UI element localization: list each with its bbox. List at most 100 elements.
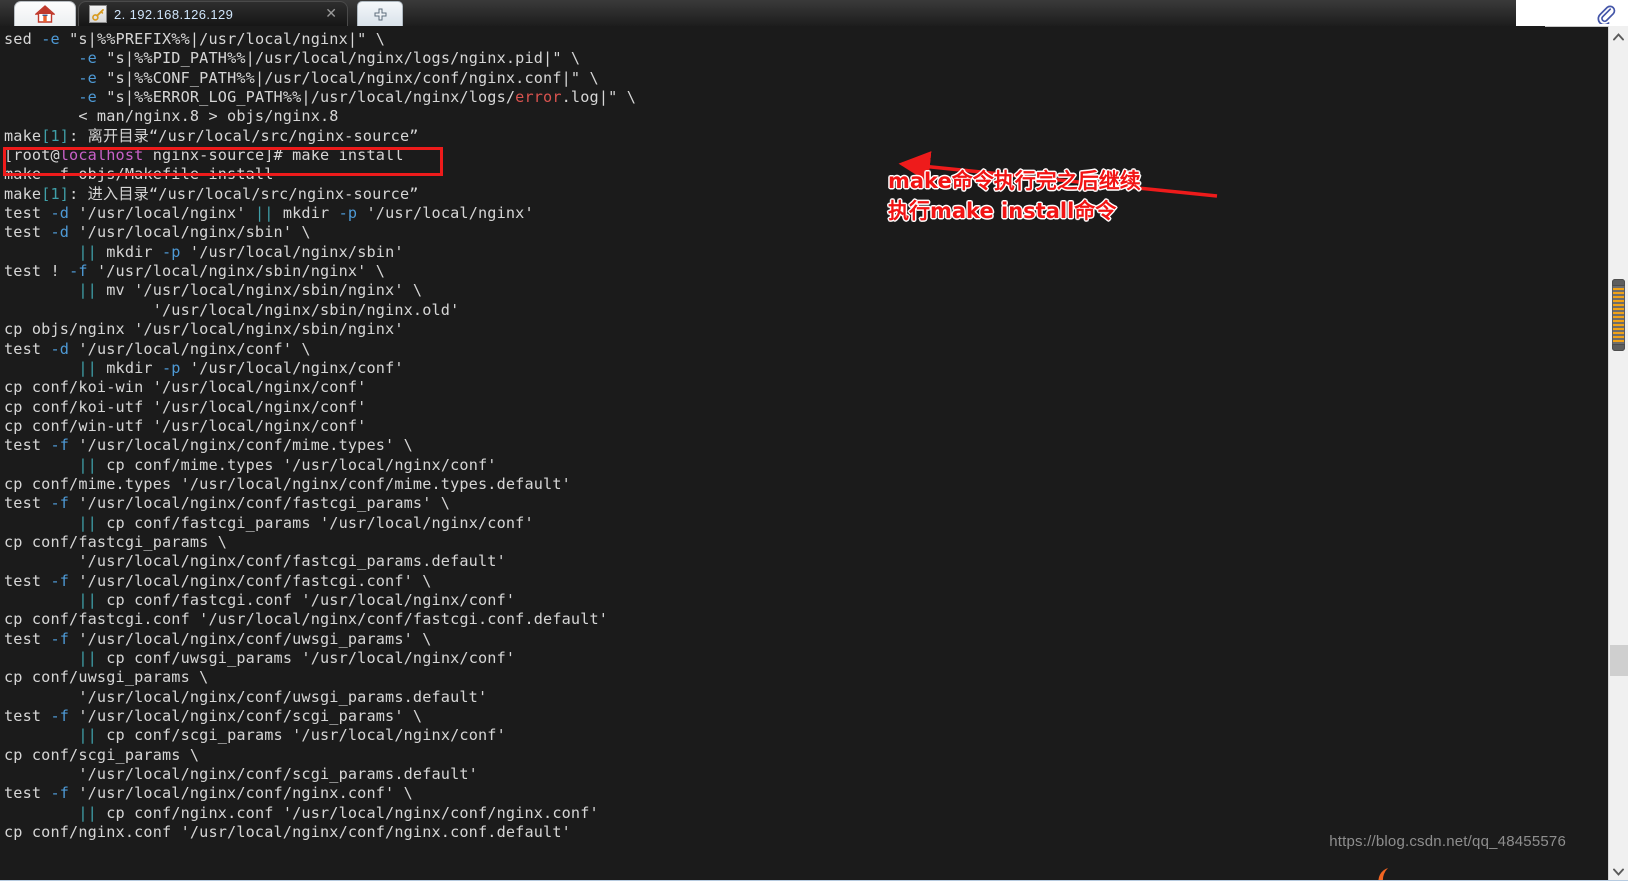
terminal-text: mkdir bbox=[96, 242, 163, 261]
terminal-text: cp conf/scgi_params \ bbox=[4, 745, 200, 764]
terminal-text: nginx-source]# make install bbox=[143, 146, 404, 165]
terminal-line: '/usr/local/nginx/conf/uwsgi_params.defa… bbox=[4, 688, 1545, 707]
terminal-text: '/usr/local/nginx/sbin/nginx.old' bbox=[4, 300, 460, 319]
tab-session[interactable]: 2. 192.168.126.129 ✕ bbox=[78, 1, 348, 26]
key-icon bbox=[89, 5, 107, 23]
terminal-line: cp conf/mime.types '/usr/local/nginx/con… bbox=[4, 475, 1545, 494]
terminal-window: 2. 192.168.126.129 ✕ sed -e "s|%%PREFIX%… bbox=[0, 0, 1628, 894]
terminal-text: -e bbox=[78, 68, 97, 87]
terminal-text: test ! bbox=[4, 262, 70, 281]
terminal-text: '/usr/local/nginx/conf/scgi_params' \ bbox=[69, 707, 423, 726]
plus-icon bbox=[374, 8, 386, 20]
terminal-line: test -d '/usr/local/nginx/sbin' \ bbox=[4, 223, 1545, 242]
terminal-text: test bbox=[4, 629, 51, 648]
terminal-line: test -f '/usr/local/nginx/conf/fastcgi.c… bbox=[4, 572, 1545, 591]
vertical-scrollbar[interactable] bbox=[1608, 26, 1628, 881]
terminal-text: -e bbox=[41, 30, 60, 48]
scroll-up-button[interactable] bbox=[1609, 28, 1628, 46]
terminal-text: '/usr/local/nginx/conf/uwsgi_params.defa… bbox=[4, 687, 488, 706]
terminal-text: -p bbox=[162, 358, 181, 377]
terminal-text: test bbox=[4, 436, 51, 455]
terminal-text: "s|%%PID_PATH%%|/usr/local/nginx/logs/ng… bbox=[96, 49, 581, 68]
terminal-text: test bbox=[4, 339, 51, 358]
terminal-line: '/usr/local/nginx/sbin/nginx.old' bbox=[4, 301, 1545, 320]
terminal-text: test bbox=[4, 494, 51, 513]
terminal-line: || cp conf/fastcgi.conf '/usr/local/ngin… bbox=[4, 591, 1545, 610]
terminal-line: cp conf/fastcgi_params \ bbox=[4, 533, 1545, 552]
tab-home[interactable] bbox=[14, 1, 76, 26]
terminal-text: -f bbox=[50, 629, 70, 648]
terminal-text: '/usr/local/nginx/conf/fastcgi_params' \ bbox=[69, 494, 451, 513]
terminal-line: cp conf/koi-win '/usr/local/nginx/conf' bbox=[4, 378, 1545, 397]
terminal-line: cp conf/uwsgi_params \ bbox=[4, 668, 1545, 687]
terminal-line: make -f objs/Makefile install bbox=[4, 165, 1545, 184]
terminal-text: -p bbox=[162, 242, 181, 261]
terminal-text: test bbox=[4, 784, 51, 803]
terminal-text: make bbox=[4, 165, 51, 184]
terminal-text: || bbox=[78, 281, 97, 300]
terminal-text: test bbox=[4, 571, 51, 590]
terminal-line: || mkdir -p '/usr/local/nginx/sbin' bbox=[4, 243, 1545, 262]
terminal-text: || bbox=[78, 726, 97, 745]
terminal-text: .log|" \ bbox=[561, 88, 636, 107]
terminal-line: cp conf/fastcgi.conf '/usr/local/nginx/c… bbox=[4, 610, 1545, 629]
scrollbar-thumb[interactable] bbox=[1612, 279, 1625, 351]
tab-session-label: 2. 192.168.126.129 bbox=[114, 6, 234, 22]
terminal-text: [1] bbox=[41, 126, 70, 145]
terminal-text: cp conf/uwsgi_params '/usr/local/nginx/c… bbox=[96, 649, 516, 667]
terminal-text: -d bbox=[50, 223, 70, 242]
terminal-text: cp conf/mime.types '/usr/local/nginx/con… bbox=[4, 474, 571, 493]
terminal-text: : 离开目录“/usr/local/src/nginx-source” bbox=[69, 126, 419, 145]
terminal-text: -f bbox=[50, 165, 70, 184]
terminal-text: cp conf/fastcgi_params \ bbox=[4, 532, 228, 551]
paperclip-icon[interactable] bbox=[1596, 4, 1616, 24]
terminal-text: cp conf/scgi_params '/usr/local/nginx/co… bbox=[96, 726, 506, 745]
close-icon[interactable]: ✕ bbox=[319, 6, 339, 22]
terminal-line: < man/nginx.8 > objs/nginx.8 bbox=[4, 107, 1545, 126]
scrollbar-mark bbox=[1610, 645, 1628, 676]
terminal-line: -e "s|%%ERROR_LOG_PATH%%|/usr/local/ngin… bbox=[4, 88, 1545, 107]
chevron-up-icon bbox=[1613, 33, 1624, 41]
terminal-line: test ! -f '/usr/local/nginx/sbin/nginx' … bbox=[4, 262, 1545, 281]
terminal-line: '/usr/local/nginx/conf/fastcgi_params.de… bbox=[4, 552, 1545, 571]
terminal-text: test bbox=[4, 204, 51, 223]
tab-new-session[interactable] bbox=[357, 1, 403, 26]
terminal-text: || bbox=[78, 649, 97, 667]
terminal-text: -e bbox=[78, 88, 97, 107]
terminal-line: make[1]: 进入目录“/usr/local/src/nginx-sourc… bbox=[4, 185, 1545, 204]
terminal-text: '/usr/local/nginx/conf/nginx.conf' \ bbox=[69, 784, 413, 803]
terminal-text: -f bbox=[50, 571, 70, 590]
terminal-text: "s|%%CONF_PATH%%|/usr/local/nginx/conf/n… bbox=[96, 68, 599, 87]
terminal-text: || bbox=[254, 204, 274, 223]
terminal-text: '/usr/local/nginx' bbox=[357, 204, 534, 223]
terminal-text: cp conf/nginx.conf '/usr/local/nginx/con… bbox=[96, 803, 599, 822]
terminal-text: sed bbox=[4, 30, 42, 48]
terminal-text: < man/nginx.8 > objs/nginx.8 bbox=[4, 107, 339, 126]
terminal-text: || bbox=[78, 358, 97, 377]
scroll-down-button[interactable] bbox=[1609, 863, 1628, 881]
terminal-text: make bbox=[4, 184, 42, 203]
bottom-strip bbox=[0, 880, 1628, 894]
terminal-line: -e "s|%%PID_PATH%%|/usr/local/nginx/logs… bbox=[4, 49, 1545, 68]
home-icon bbox=[35, 5, 55, 23]
terminal-line: || mkdir -p '/usr/local/nginx/conf' bbox=[4, 359, 1545, 378]
terminal-text: '/usr/local/nginx/conf/fastcgi.conf' \ bbox=[69, 571, 432, 590]
terminal-text: -f bbox=[69, 262, 88, 281]
terminal-line: || cp conf/nginx.conf '/usr/local/nginx/… bbox=[4, 804, 1545, 823]
terminal-line: cp objs/nginx '/usr/local/nginx/sbin/ngi… bbox=[4, 320, 1545, 339]
terminal-line: cp conf/scgi_params \ bbox=[4, 746, 1545, 765]
terminal-line: test -d '/usr/local/nginx' || mkdir -p '… bbox=[4, 204, 1545, 223]
terminal-text: cp conf/koi-utf '/usr/local/nginx/conf' bbox=[4, 397, 367, 416]
terminal-line: cp conf/win-utf '/usr/local/nginx/conf' bbox=[4, 417, 1545, 436]
terminal-output[interactable]: sed -e "s|%%PREFIX%%|/usr/local/nginx|" … bbox=[0, 26, 1545, 894]
terminal-text: cp conf/fastcgi.conf '/usr/local/nginx/c… bbox=[4, 610, 609, 629]
terminal-text: [root@ bbox=[4, 146, 60, 165]
terminal-text: "s|%%ERROR_LOG_PATH%%|/usr/local/nginx/l… bbox=[96, 88, 516, 107]
